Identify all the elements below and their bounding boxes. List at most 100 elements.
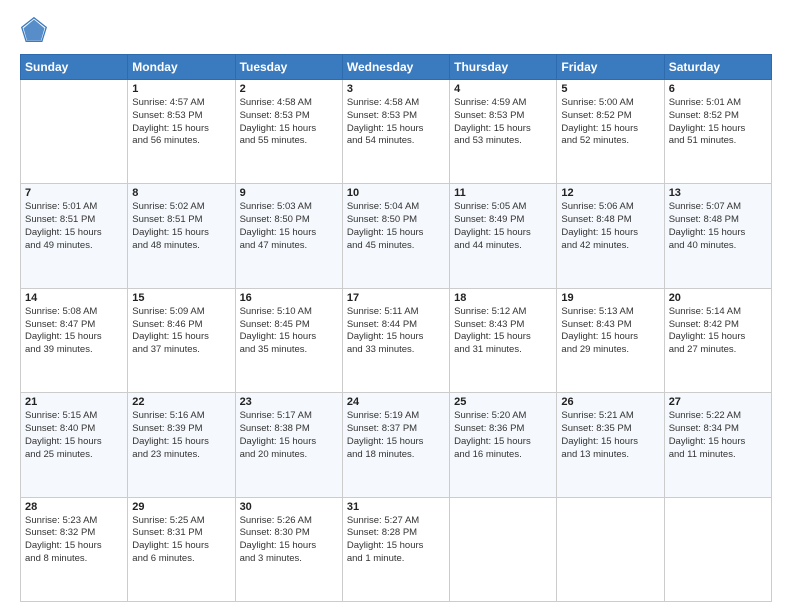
calendar-cell: 30 Sunrise: 5:26 AMSunset: 8:30 PMDayligh… (235, 497, 342, 601)
calendar-cell: 8 Sunrise: 5:02 AMSunset: 8:51 PMDaylight… (128, 184, 235, 288)
day-info: Sunrise: 5:04 AMSunset: 8:50 PMDaylight:… (347, 201, 445, 252)
day-info: Sunrise: 5:01 AMSunset: 8:52 PMDaylight:… (669, 97, 767, 148)
day-number: 1 (132, 83, 230, 95)
day-number: 9 (240, 187, 338, 199)
day-info: Sunrise: 5:27 AMSunset: 8:28 PMDaylight:… (347, 515, 445, 566)
calendar-table: SundayMondayTuesdayWednesdayThursdayFrid… (20, 54, 772, 602)
day-info: Sunrise: 5:01 AMSunset: 8:51 PMDaylight:… (25, 201, 123, 252)
calendar-cell: 19 Sunrise: 5:13 AMSunset: 8:43 PMDayligh… (557, 288, 664, 392)
calendar-cell: 15 Sunrise: 5:09 AMSunset: 8:46 PMDayligh… (128, 288, 235, 392)
calendar-cell: 2Sunrise: 4:58 AMSunset: 8:53 PMDaylight… (235, 80, 342, 184)
calendar-cell: 24 Sunrise: 5:19 AMSunset: 8:37 PMDayligh… (342, 393, 449, 497)
day-info: Sunrise: 5:15 AMSunset: 8:40 PMDaylight:… (25, 410, 123, 461)
calendar-cell: 21 Sunrise: 5:15 AMSunset: 8:40 PMDayligh… (21, 393, 128, 497)
day-info: Sunrise: 4:58 AMSunset: 8:53 PMDaylight:… (240, 97, 338, 148)
day-info: Sunrise: 5:16 AMSunset: 8:39 PMDaylight:… (132, 410, 230, 461)
weekday-friday: Friday (557, 55, 664, 80)
day-number: 17 (347, 292, 445, 304)
weekday-saturday: Saturday (664, 55, 771, 80)
day-number: 12 (561, 187, 659, 199)
calendar-cell: 28 Sunrise: 5:23 AMSunset: 8:32 PMDayligh… (21, 497, 128, 601)
calendar-cell: 18Sunrise: 5:12 AMSunset: 8:43 PMDayligh… (450, 288, 557, 392)
day-number: 29 (132, 501, 230, 513)
day-info: Sunrise: 5:08 AMSunset: 8:47 PMDaylight:… (25, 306, 123, 357)
calendar-cell: 17 Sunrise: 5:11 AMSunset: 8:44 PMDayligh… (342, 288, 449, 392)
calendar-cell: 14 Sunrise: 5:08 AMSunset: 8:47 PMDayligh… (21, 288, 128, 392)
day-number: 27 (669, 396, 767, 408)
calendar-cell: 11Sunrise: 5:05 AMSunset: 8:49 PMDayligh… (450, 184, 557, 288)
day-info: Sunrise: 5:21 AMSunset: 8:35 PMDaylight:… (561, 410, 659, 461)
day-number: 28 (25, 501, 123, 513)
calendar-week-2: 7Sunrise: 5:01 AMSunset: 8:51 PMDaylight… (21, 184, 772, 288)
calendar-cell: 9 Sunrise: 5:03 AMSunset: 8:50 PMDaylight… (235, 184, 342, 288)
day-number: 13 (669, 187, 767, 199)
day-number: 18 (454, 292, 552, 304)
calendar-cell: 16 Sunrise: 5:10 AMSunset: 8:45 PMDayligh… (235, 288, 342, 392)
day-number: 22 (132, 396, 230, 408)
day-number: 31 (347, 501, 445, 513)
day-info: Sunrise: 5:03 AMSunset: 8:50 PMDaylight:… (240, 201, 338, 252)
day-number: 14 (25, 292, 123, 304)
day-info: Sunrise: 4:59 AMSunset: 8:53 PMDaylight:… (454, 97, 552, 148)
calendar-cell: 20 Sunrise: 5:14 AMSunset: 8:42 PMDayligh… (664, 288, 771, 392)
day-info: Sunrise: 4:58 AMSunset: 8:53 PMDaylight:… (347, 97, 445, 148)
calendar-cell: 10Sunrise: 5:04 AMSunset: 8:50 PMDayligh… (342, 184, 449, 288)
day-number: 26 (561, 396, 659, 408)
weekday-sunday: Sunday (21, 55, 128, 80)
day-info: Sunrise: 5:11 AMSunset: 8:44 PMDaylight:… (347, 306, 445, 357)
calendar-cell: 29 Sunrise: 5:25 AMSunset: 8:31 PMDayligh… (128, 497, 235, 601)
weekday-wednesday: Wednesday (342, 55, 449, 80)
day-number: 6 (669, 83, 767, 95)
header (20, 16, 772, 44)
weekday-header-row: SundayMondayTuesdayWednesdayThursdayFrid… (21, 55, 772, 80)
day-info: Sunrise: 5:10 AMSunset: 8:45 PMDaylight:… (240, 306, 338, 357)
day-number: 16 (240, 292, 338, 304)
day-info: Sunrise: 5:13 AMSunset: 8:43 PMDaylight:… (561, 306, 659, 357)
calendar-cell: 6 Sunrise: 5:01 AMSunset: 8:52 PMDaylight… (664, 80, 771, 184)
day-number: 3 (347, 83, 445, 95)
calendar-cell: 22 Sunrise: 5:16 AMSunset: 8:39 PMDayligh… (128, 393, 235, 497)
logo-icon (20, 16, 48, 44)
day-number: 30 (240, 501, 338, 513)
day-number: 23 (240, 396, 338, 408)
day-number: 8 (132, 187, 230, 199)
day-number: 21 (25, 396, 123, 408)
calendar-cell: 27Sunrise: 5:22 AMSunset: 8:34 PMDayligh… (664, 393, 771, 497)
day-info: Sunrise: 5:23 AMSunset: 8:32 PMDaylight:… (25, 515, 123, 566)
day-info: Sunrise: 5:09 AMSunset: 8:46 PMDaylight:… (132, 306, 230, 357)
day-number: 5 (561, 83, 659, 95)
day-info: Sunrise: 5:26 AMSunset: 8:30 PMDaylight:… (240, 515, 338, 566)
day-number: 11 (454, 187, 552, 199)
calendar-cell: 13 Sunrise: 5:07 AMSunset: 8:48 PMDayligh… (664, 184, 771, 288)
weekday-tuesday: Tuesday (235, 55, 342, 80)
calendar-cell: 7Sunrise: 5:01 AMSunset: 8:51 PMDaylight… (21, 184, 128, 288)
calendar-cell: 25Sunrise: 5:20 AMSunset: 8:36 PMDayligh… (450, 393, 557, 497)
calendar-cell (21, 80, 128, 184)
calendar-cell: 4Sunrise: 4:59 AMSunset: 8:53 PMDaylight… (450, 80, 557, 184)
day-number: 19 (561, 292, 659, 304)
day-info: Sunrise: 5:02 AMSunset: 8:51 PMDaylight:… (132, 201, 230, 252)
calendar-cell (664, 497, 771, 601)
calendar-cell: 3 Sunrise: 4:58 AMSunset: 8:53 PMDaylight… (342, 80, 449, 184)
day-info: Sunrise: 5:07 AMSunset: 8:48 PMDaylight:… (669, 201, 767, 252)
day-info: Sunrise: 5:19 AMSunset: 8:37 PMDaylight:… (347, 410, 445, 461)
day-info: Sunrise: 5:14 AMSunset: 8:42 PMDaylight:… (669, 306, 767, 357)
calendar-cell: 26 Sunrise: 5:21 AMSunset: 8:35 PMDayligh… (557, 393, 664, 497)
calendar-week-5: 28 Sunrise: 5:23 AMSunset: 8:32 PMDayligh… (21, 497, 772, 601)
calendar-cell: 5Sunrise: 5:00 AMSunset: 8:52 PMDaylight… (557, 80, 664, 184)
day-number: 20 (669, 292, 767, 304)
day-info: Sunrise: 5:06 AMSunset: 8:48 PMDaylight:… (561, 201, 659, 252)
day-number: 24 (347, 396, 445, 408)
day-info: Sunrise: 5:25 AMSunset: 8:31 PMDaylight:… (132, 515, 230, 566)
day-number: 15 (132, 292, 230, 304)
day-info: Sunrise: 5:20 AMSunset: 8:36 PMDaylight:… (454, 410, 552, 461)
weekday-monday: Monday (128, 55, 235, 80)
calendar-cell: 23 Sunrise: 5:17 AMSunset: 8:38 PMDayligh… (235, 393, 342, 497)
calendar-week-1: 1Sunrise: 4:57 AMSunset: 8:53 PMDaylight… (21, 80, 772, 184)
day-info: Sunrise: 5:17 AMSunset: 8:38 PMDaylight:… (240, 410, 338, 461)
calendar-week-3: 14 Sunrise: 5:08 AMSunset: 8:47 PMDayligh… (21, 288, 772, 392)
weekday-thursday: Thursday (450, 55, 557, 80)
page: SundayMondayTuesdayWednesdayThursdayFrid… (0, 0, 792, 612)
calendar-cell (450, 497, 557, 601)
calendar-cell (557, 497, 664, 601)
